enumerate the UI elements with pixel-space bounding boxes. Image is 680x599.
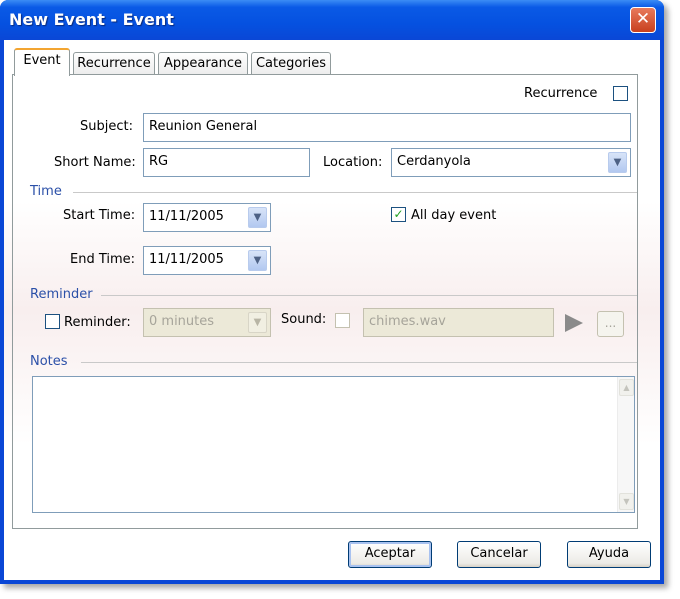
chevron-down-icon[interactable]: ▼ <box>248 312 267 333</box>
end-time-value: 11/11/2005 <box>149 252 224 267</box>
window-title: New Event - Event <box>9 10 174 29</box>
notes-section-title: Notes <box>30 354 68 369</box>
tab-event[interactable]: Event <box>14 48 70 76</box>
accept-button[interactable]: Aceptar <box>348 541 432 568</box>
notes-textarea[interactable]: ▲ ▼ <box>32 376 635 513</box>
chevron-down-icon[interactable]: ▼ <box>248 207 267 228</box>
help-button[interactable]: Ayuda <box>567 541 651 568</box>
tab-label: Event <box>23 53 61 68</box>
all-day-checkbox[interactable]: ✓ <box>391 207 406 222</box>
sound-value: chimes.wav <box>369 314 446 329</box>
browse-label: ... <box>604 316 617 330</box>
subject-label: Subject: <box>80 119 133 134</box>
subject-input[interactable]: Reunion General <box>143 113 631 142</box>
all-day-label: All day event <box>411 208 497 223</box>
sound-checkbox[interactable] <box>335 313 350 328</box>
recurrence-checkbox[interactable] <box>613 86 628 101</box>
close-icon: ✕ <box>635 9 651 29</box>
location-label: Location: <box>323 155 383 170</box>
end-time-label: End Time: <box>70 252 136 267</box>
reminder-select[interactable]: 0 minutes ▼ <box>143 308 271 337</box>
tab-appearance[interactable]: Appearance <box>158 52 248 75</box>
start-time-value: 11/11/2005 <box>149 209 224 224</box>
sound-label: Sound: <box>281 312 327 327</box>
time-section-title: Time <box>30 184 62 199</box>
reminder-value: 0 minutes <box>149 314 215 329</box>
start-time-label: Start Time: <box>63 208 136 223</box>
reminder-checkbox[interactable] <box>45 314 60 329</box>
reminder-label: Reminder: <box>64 315 131 330</box>
notes-scrollbar[interactable]: ▲ ▼ <box>617 377 634 512</box>
end-time-picker[interactable]: 11/11/2005 ▼ <box>143 246 271 275</box>
chevron-down-icon[interactable]: ▼ <box>248 250 267 271</box>
title-bar[interactable]: New Event - Event ✕ <box>0 0 664 40</box>
tab-label: Appearance <box>163 56 243 71</box>
sound-file-input[interactable]: chimes.wav <box>363 308 554 337</box>
time-divider <box>73 192 637 193</box>
scroll-up-icon[interactable]: ▲ <box>619 379 634 396</box>
check-icon: ✓ <box>393 207 404 221</box>
play-icon[interactable] <box>565 314 583 332</box>
tab-categories[interactable]: Categories <box>251 52 331 75</box>
dialog-client: Event Recurrence Appearance Categories R… <box>4 40 660 580</box>
tab-label: Recurrence <box>77 56 151 71</box>
chevron-down-icon[interactable]: ▼ <box>608 152 627 173</box>
location-value: Cerdanyola <box>397 154 471 169</box>
start-time-picker[interactable]: 11/11/2005 ▼ <box>143 203 271 232</box>
short-name-label: Short Name: <box>54 155 136 170</box>
short-name-input[interactable]: RG <box>143 148 310 177</box>
notes-divider <box>81 362 637 363</box>
location-select[interactable]: Cerdanyola ▼ <box>391 148 631 177</box>
browse-sound-button[interactable]: ... <box>597 311 624 337</box>
event-tab-panel: Recurrence Subject: Reunion General Shor… <box>12 74 638 529</box>
reminder-section-title: Reminder <box>30 287 93 302</box>
close-button[interactable]: ✕ <box>630 7 656 33</box>
short-name-value: RG <box>149 154 169 169</box>
scroll-down-icon[interactable]: ▼ <box>619 493 634 510</box>
subject-value: Reunion General <box>149 119 258 134</box>
tab-label: Categories <box>255 56 327 71</box>
reminder-divider <box>101 295 637 296</box>
cancel-button[interactable]: Cancelar <box>457 541 541 568</box>
recurrence-label: Recurrence <box>524 86 598 101</box>
dialog-window: New Event - Event ✕ Event Recurrence App… <box>0 0 664 584</box>
tab-recurrence[interactable]: Recurrence <box>73 52 155 75</box>
